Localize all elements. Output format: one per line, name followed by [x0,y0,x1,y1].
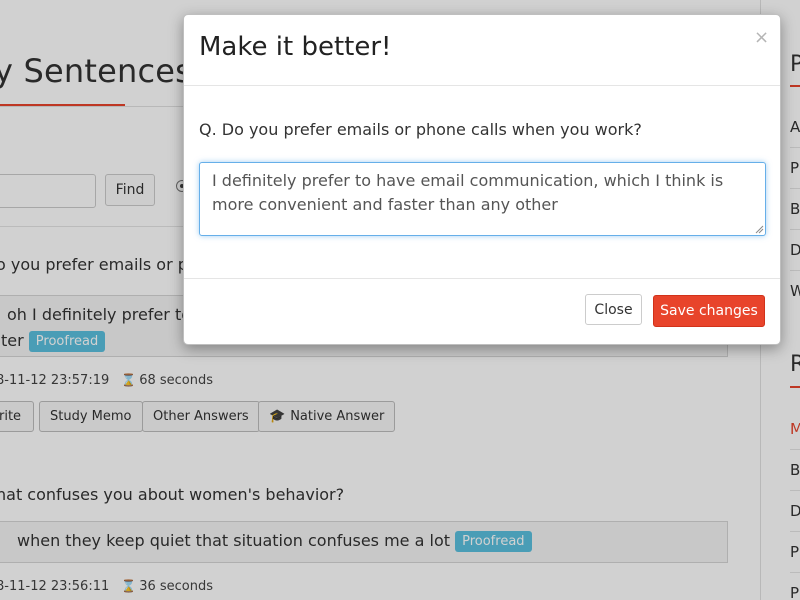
modal-header-divider [184,85,780,86]
improve-answer-modal: Make it better! × Q. Do you prefer email… [183,14,781,345]
close-button[interactable]: Close [585,294,642,325]
answer-textarea[interactable]: I definitely prefer to have email commun… [199,162,766,236]
modal-question: Q. Do you prefer emails or phone calls w… [199,120,642,139]
close-icon[interactable]: × [754,29,769,47]
modal-title: Make it better! [199,32,392,62]
resize-grip-icon[interactable] [754,224,764,234]
save-changes-button[interactable]: Save changes [653,295,765,327]
modal-footer-divider [184,278,780,279]
